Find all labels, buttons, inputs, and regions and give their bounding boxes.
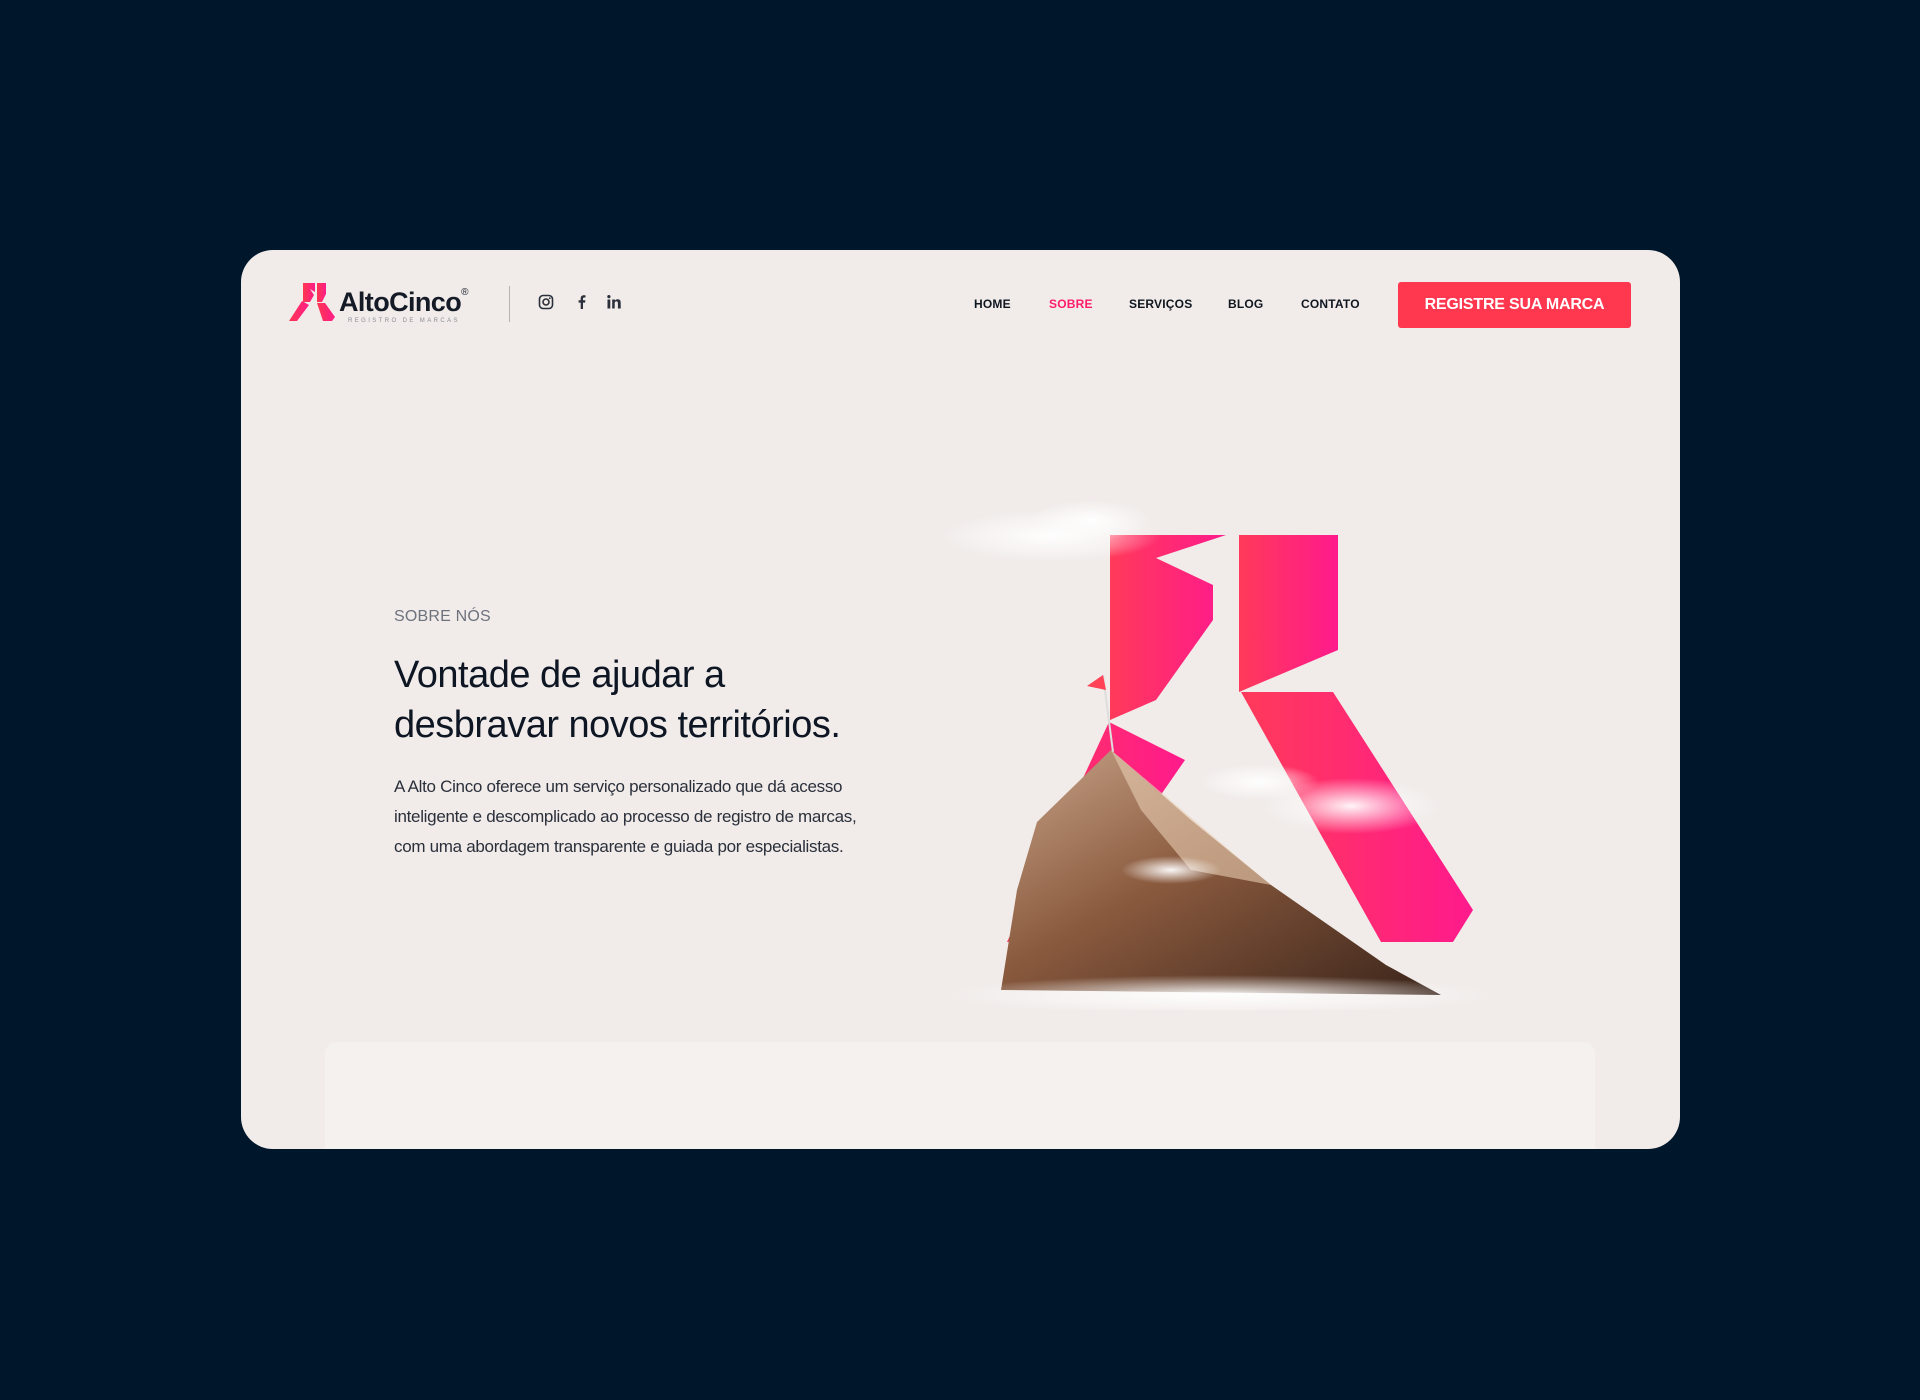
nav-home[interactable]: HOME: [974, 297, 1011, 311]
nav-servicos[interactable]: SERVIÇOS: [1129, 297, 1192, 311]
mountain-logo-illustration: [941, 500, 1501, 1010]
linkedin-icon[interactable]: [606, 294, 624, 312]
headline-line-1: Vontade de ajudar a: [394, 654, 725, 696]
hero-headline: Vontade de ajudar a desbravar novos terr…: [394, 650, 914, 750]
facebook-icon[interactable]: [574, 294, 592, 312]
description-line-3: com uma abordagem transparente e guiada …: [394, 837, 844, 856]
nav-sobre[interactable]: SOBRE: [1049, 297, 1093, 311]
page-frame: AltoCinco® REGISTRO DE MARCAS HOME SOBRE…: [241, 250, 1680, 1149]
nav-blog[interactable]: BLOG: [1228, 297, 1263, 311]
headline-line-2: desbravar novos territórios.: [394, 704, 841, 746]
logo-shape-upper-left: [1110, 535, 1226, 720]
logo-shape-upper-right: [1239, 535, 1338, 692]
brand-name: AltoCinco®: [339, 287, 468, 317]
brand-logo[interactable]: AltoCinco® REGISTRO DE MARCAS: [289, 283, 474, 327]
hero-description: A Alto Cinco oferece um serviço personal…: [394, 772, 914, 862]
instagram-icon[interactable]: [538, 294, 556, 312]
description-line-1: A Alto Cinco oferece um serviço personal…: [394, 777, 843, 796]
content-card: [325, 1042, 1595, 1149]
nav-contato[interactable]: CONTATO: [1301, 297, 1360, 311]
flag-icon: [1087, 675, 1106, 690]
description-line-2: inteligente e descomplicado ao processo …: [394, 807, 857, 826]
section-eyebrow: SOBRE NÓS: [394, 608, 491, 625]
brand-tagline: REGISTRO DE MARCAS: [348, 318, 460, 324]
register-brand-button[interactable]: REGISTRE SUA MARCA: [1398, 282, 1631, 328]
logo-mark-icon: [289, 283, 335, 321]
header-divider: [509, 286, 510, 322]
